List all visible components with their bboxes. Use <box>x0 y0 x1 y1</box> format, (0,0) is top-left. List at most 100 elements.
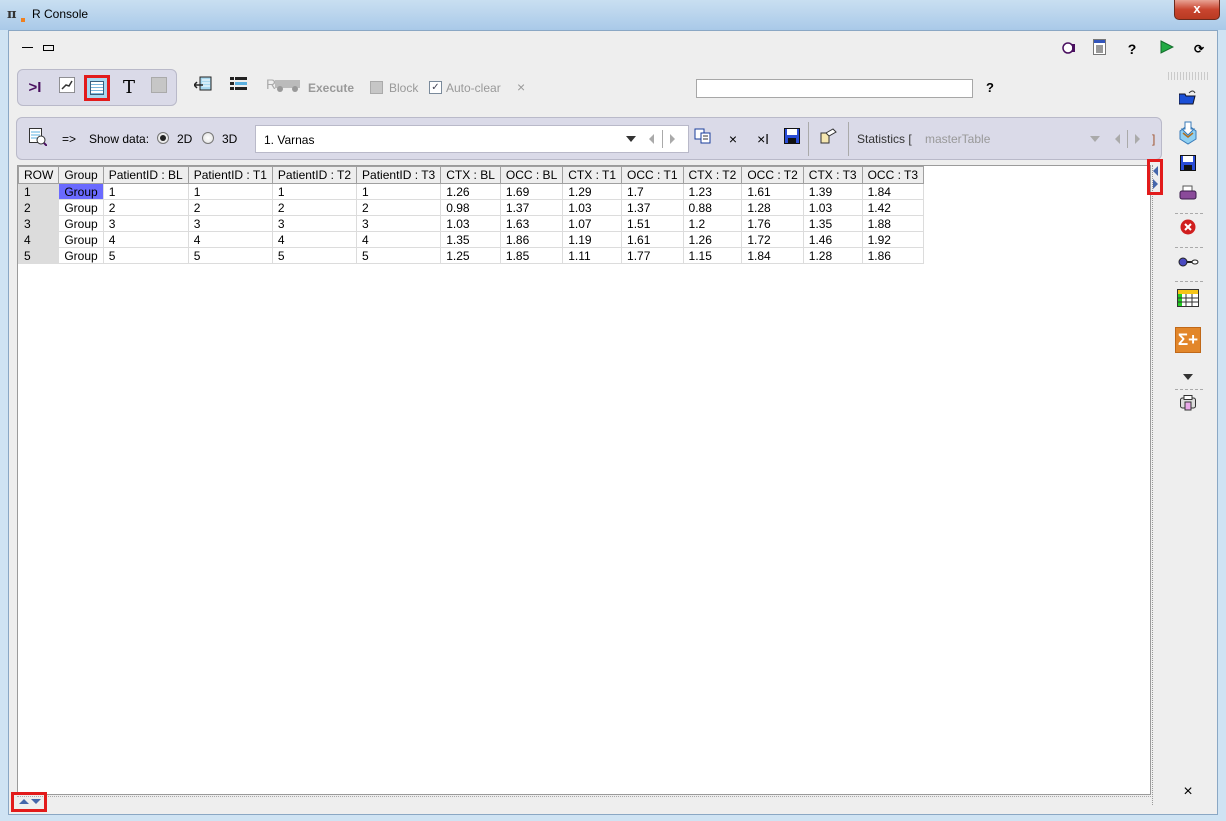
console-mode-icon[interactable]: >I <box>24 77 46 99</box>
table-cell[interactable]: 1.07 <box>562 215 623 232</box>
collapse-side-marker[interactable] <box>1147 159 1163 195</box>
collapse-up-icon[interactable] <box>19 799 29 804</box>
table-cell[interactable]: 1.69 <box>499 183 564 200</box>
table-cell[interactable]: 1.92 <box>861 231 925 248</box>
execute-icon[interactable]: R <box>265 76 303 98</box>
table-cell[interactable]: 1.37 <box>499 199 564 216</box>
table-cell[interactable]: 1.86 <box>499 231 564 248</box>
table-cell[interactable]: 0.98 <box>440 199 501 216</box>
chevron-down-icon[interactable] <box>626 136 636 142</box>
sum-add-icon[interactable]: Σ+ <box>1175 327 1201 353</box>
search-help-icon[interactable]: ? <box>986 80 994 95</box>
record-icon[interactable] <box>1059 39 1079 59</box>
table-cell[interactable]: 1.28 <box>741 199 804 216</box>
table-cell[interactable]: 1 <box>187 183 273 200</box>
table-cell[interactable]: 1.72 <box>741 231 804 248</box>
open-folder-icon[interactable] <box>1177 89 1199 111</box>
table-cell[interactable]: 1.51 <box>621 215 684 232</box>
table-cell[interactable]: 1.63 <box>499 215 564 232</box>
table-cell[interactable]: 1.84 <box>741 247 804 264</box>
table-cell[interactable]: 5 <box>356 247 442 264</box>
table-cell[interactable]: Group <box>58 199 104 216</box>
connect-icon[interactable] <box>1177 253 1199 275</box>
list-icon[interactable] <box>228 76 250 98</box>
table-cell[interactable]: 1.84 <box>861 183 925 200</box>
radio-2d[interactable] <box>157 132 169 144</box>
table-cell[interactable]: 1.2 <box>682 215 743 232</box>
expand-right-icon[interactable] <box>1153 179 1158 189</box>
block-checkbox[interactable] <box>370 81 383 94</box>
column-header[interactable]: PatientID : T3 <box>356 166 442 184</box>
table-cell[interactable]: 4 <box>271 231 358 248</box>
delete-all-icon[interactable]: ×ǀ <box>752 128 774 150</box>
refresh-icon[interactable]: ⟳ <box>1189 39 1209 59</box>
statistics-prev-icon[interactable] <box>1115 134 1120 144</box>
table-cell[interactable]: 1.03 <box>562 199 623 216</box>
more-icon[interactable] <box>1177 365 1199 387</box>
copy-icon[interactable] <box>692 128 714 150</box>
execute-button[interactable]: Execute <box>308 81 354 95</box>
table-cell[interactable]: 1.28 <box>802 247 863 264</box>
table-cell[interactable]: 1.85 <box>499 247 564 264</box>
table-cell[interactable]: 2 <box>102 199 189 216</box>
table-cell[interactable]: Group <box>58 231 104 248</box>
table-cell[interactable]: 1.86 <box>861 247 925 264</box>
table-cell[interactable]: 1.7 <box>621 183 684 200</box>
table-cell[interactable]: 0.88 <box>682 199 743 216</box>
script-icon[interactable] <box>1089 39 1109 59</box>
search-input[interactable] <box>696 79 973 98</box>
statistics-next-icon[interactable] <box>1135 134 1140 144</box>
table-cell[interactable]: 4 <box>102 231 189 248</box>
table-cell[interactable]: 1.15 <box>682 247 743 264</box>
clear-button[interactable]: × <box>517 79 525 95</box>
table-cell[interactable]: 2 <box>271 199 358 216</box>
next-data-icon[interactable] <box>670 134 675 144</box>
run-icon[interactable] <box>1157 39 1177 59</box>
table-icon[interactable] <box>1177 289 1199 311</box>
column-header[interactable]: OCC : T1 <box>621 166 684 184</box>
table-cell[interactable]: 1 <box>102 183 189 200</box>
autoclear-checkbox[interactable]: ✓ <box>429 81 442 94</box>
grip-handle[interactable] <box>1168 72 1208 80</box>
row-number-cell[interactable]: 4 <box>17 231 60 248</box>
table-cell[interactable]: 2 <box>356 199 442 216</box>
plot-mode-icon[interactable] <box>56 77 78 99</box>
blank-mode-icon[interactable] <box>148 77 170 99</box>
help-icon[interactable]: ? <box>1122 39 1142 59</box>
collapse-bottom-marker[interactable] <box>11 792 47 812</box>
table-cell[interactable]: 3 <box>271 215 358 232</box>
table-cell[interactable]: 5 <box>102 247 189 264</box>
table-cell[interactable]: 1.76 <box>741 215 804 232</box>
table-cell[interactable]: 1.26 <box>682 231 743 248</box>
table-cell[interactable]: 1 <box>356 183 442 200</box>
close-panel-button[interactable]: × <box>1177 781 1199 803</box>
table-cell[interactable]: 3 <box>187 215 273 232</box>
table-cell[interactable]: 1.29 <box>562 183 623 200</box>
column-header[interactable]: OCC : T2 <box>741 166 804 184</box>
data-select[interactable]: 1. Varnas <box>255 125 689 153</box>
table-cell[interactable]: 1.26 <box>440 183 501 200</box>
table-cell[interactable]: 1.19 <box>562 231 623 248</box>
table-cell[interactable]: 1.03 <box>440 215 501 232</box>
save-icon[interactable] <box>1177 155 1199 177</box>
vertical-splitter[interactable] <box>1152 165 1159 805</box>
collapse-left-icon[interactable] <box>1153 166 1158 176</box>
table-cell[interactable]: 1.77 <box>621 247 684 264</box>
column-header[interactable]: CTX : BL <box>440 166 501 184</box>
column-header[interactable]: Group <box>58 166 104 184</box>
window-close-button[interactable]: x <box>1174 0 1220 20</box>
table-cell[interactable]: 1.11 <box>562 247 623 264</box>
table-cell[interactable]: Group <box>58 247 104 264</box>
table-cell[interactable]: 3 <box>102 215 189 232</box>
printer-icon[interactable] <box>1177 395 1199 417</box>
print-icon[interactable] <box>1177 185 1199 207</box>
row-number-cell[interactable]: 5 <box>17 247 60 264</box>
column-header[interactable]: ROW <box>17 166 60 184</box>
table-cell[interactable]: 1.37 <box>621 199 684 216</box>
column-header[interactable]: OCC : BL <box>499 166 564 184</box>
table-cell[interactable]: 1.46 <box>802 231 863 248</box>
table-cell[interactable]: 3 <box>356 215 442 232</box>
table-cell[interactable]: 1.88 <box>861 215 925 232</box>
table-cell[interactable]: 5 <box>271 247 358 264</box>
table-mode-icon[interactable] <box>84 75 110 101</box>
